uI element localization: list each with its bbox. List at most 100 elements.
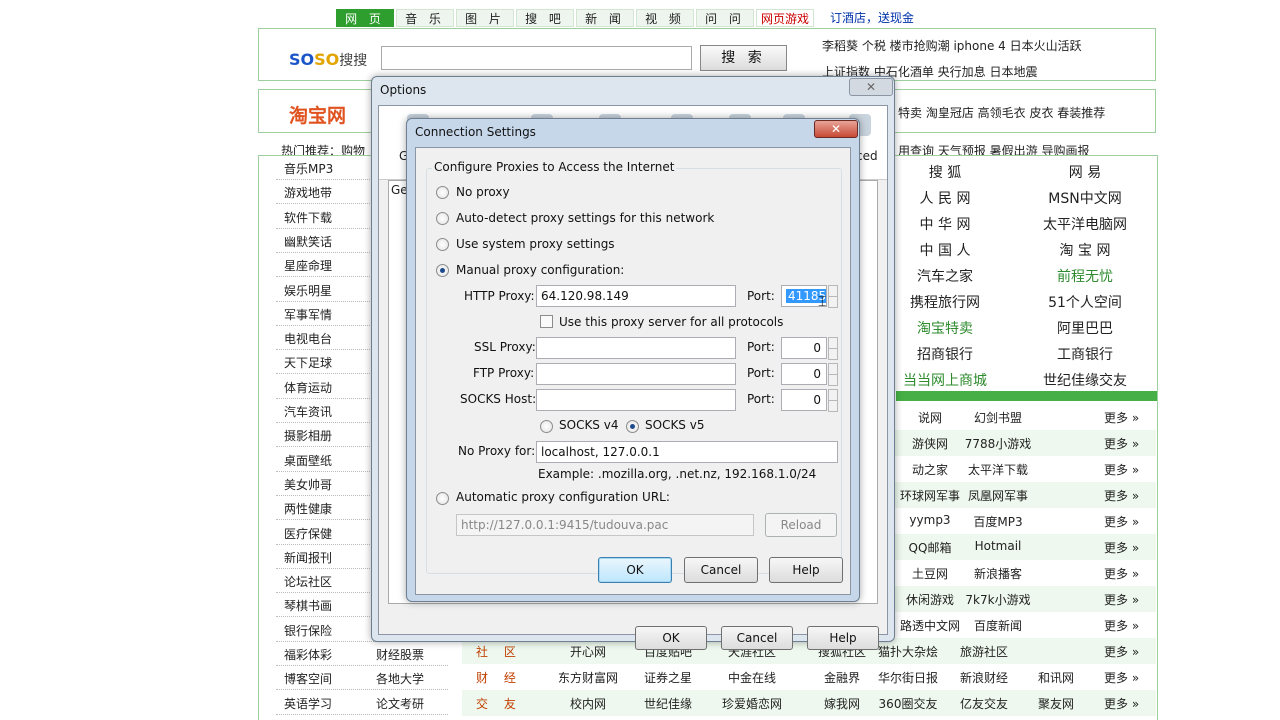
taobao-logo[interactable]: 淘宝网 [289, 101, 346, 128]
socks-port-spinner[interactable] [827, 389, 838, 412]
more-link[interactable]: 更多 » [1104, 669, 1139, 686]
hot-links-row[interactable]: 李稻葵 个税 楼市抢购潮 iphone 4 日本火山活跃 [822, 37, 1082, 54]
row-site-link[interactable]: 360圈交友 [879, 695, 938, 712]
site-link[interactable]: 汽车之家 [917, 266, 973, 286]
category-link[interactable]: 博客空间 [284, 670, 332, 687]
site-link[interactable]: 中 国 人 [920, 240, 971, 260]
dialog-close-button[interactable]: ✕ [814, 120, 858, 138]
manual-proxy-label[interactable]: Manual proxy configuration: [456, 263, 624, 277]
row-site-link[interactable]: yymp3 [909, 513, 950, 527]
nav-tab-images[interactable]: 图 片 [456, 9, 514, 27]
category-link[interactable]: 音乐MP3 [284, 160, 333, 177]
search-input[interactable] [381, 46, 692, 70]
nav-tab-web[interactable]: 网 页 [336, 9, 394, 27]
socks-v5-label[interactable]: SOCKS v5 [645, 418, 704, 432]
site-link[interactable]: 携程旅行网 [910, 292, 980, 312]
hot-links-row[interactable]: 特卖 淘皇冠店 高领毛衣 皮衣 春装推荐 [898, 104, 1105, 121]
row-category-label[interactable]: 社 区 [476, 643, 522, 660]
ftp-port-spinner[interactable] [827, 363, 838, 386]
row-site-link[interactable]: 聚友网 [1038, 695, 1074, 712]
row-site-link[interactable]: 新浪财经 [960, 669, 1008, 686]
site-link[interactable]: 当当网上商城 [903, 370, 987, 390]
site-link[interactable]: 工商银行 [1057, 344, 1113, 364]
row-site-link[interactable]: 华尔街日报 [878, 669, 938, 686]
category-link[interactable]: 摄影相册 [284, 427, 332, 444]
row-site-link[interactable]: 亿友交友 [960, 695, 1008, 712]
ssl-port-input[interactable]: 0 [781, 337, 827, 359]
more-link[interactable]: 更多 » [1104, 565, 1139, 582]
more-link[interactable]: 更多 » [1104, 695, 1139, 712]
row-site-link[interactable]: 中金在线 [728, 669, 776, 686]
row-site-link[interactable]: 动之家 [912, 461, 948, 478]
row-site-link[interactable]: 猫扑大杂烩 [878, 643, 938, 660]
ssl-port-spinner[interactable] [827, 337, 838, 360]
category-link[interactable]: 星座命理 [284, 257, 332, 274]
row-site-link[interactable]: 百度新闻 [974, 617, 1022, 634]
use-for-all-checkbox[interactable] [540, 315, 553, 328]
ftp-port-input[interactable]: 0 [781, 363, 827, 385]
category-link[interactable]: 两性健康 [284, 500, 332, 517]
dialog-ok-button[interactable]: OK [598, 557, 672, 583]
dialog-help-button[interactable]: Help [769, 557, 843, 583]
site-link[interactable]: 51个人空间 [1048, 292, 1122, 312]
row-site-link[interactable]: 土豆网 [912, 565, 948, 582]
row-site-link[interactable]: 开心网 [570, 643, 606, 660]
category-link[interactable]: 桌面壁纸 [284, 452, 332, 469]
row-site-link[interactable]: 旅游社区 [960, 643, 1008, 660]
system-proxy-label[interactable]: Use system proxy settings [456, 237, 615, 251]
category-link[interactable]: 军事军情 [284, 306, 332, 323]
row-site-link[interactable]: 说网 [918, 409, 942, 426]
row-site-link[interactable]: 校内网 [570, 695, 606, 712]
site-link[interactable]: 网 易 [1069, 162, 1101, 182]
more-link[interactable]: 更多 » [1104, 487, 1139, 504]
row-site-link[interactable]: 游侠网 [912, 435, 948, 452]
category-link[interactable]: 天下足球 [284, 354, 332, 371]
category-link[interactable]: 银行保险 [284, 622, 332, 639]
category-link[interactable]: 体育运动 [284, 379, 332, 396]
socks-host-input[interactable] [536, 389, 736, 411]
site-link[interactable]: 招商银行 [917, 344, 973, 364]
nav-tab-souba[interactable]: 搜 吧 [516, 9, 574, 27]
auto-detect-label[interactable]: Auto-detect proxy settings for this netw… [456, 211, 714, 225]
auto-url-radio[interactable] [436, 492, 449, 505]
site-link[interactable]: 世纪佳缘交友 [1043, 370, 1127, 390]
nav-tab-webgames[interactable]: 网页游戏 [756, 9, 814, 27]
more-link[interactable]: 更多 » [1104, 591, 1139, 608]
site-link[interactable]: 淘宝特卖 [917, 318, 973, 338]
category-link[interactable]: 各地大学 [376, 670, 424, 687]
category-link[interactable]: 软件下载 [284, 209, 332, 226]
row-site-link[interactable]: 证券之星 [644, 669, 692, 686]
category-link[interactable]: 美女帅哥 [284, 476, 332, 493]
row-site-link[interactable]: 幻剑书盟 [974, 409, 1022, 426]
auto-url-label[interactable]: Automatic proxy configuration URL: [456, 490, 670, 504]
row-category-label[interactable]: 财 经 [476, 669, 522, 686]
manual-proxy-radio[interactable] [436, 264, 449, 277]
row-site-link[interactable]: 路透中文网 [900, 617, 960, 634]
category-link[interactable]: 新闻报刊 [284, 549, 332, 566]
promo-link[interactable]: 订酒店，送现金 [830, 9, 914, 27]
socks-v5-radio[interactable] [626, 420, 639, 433]
more-link[interactable]: 更多 » [1104, 617, 1139, 634]
nav-tab-wenwen[interactable]: 问 问 [696, 9, 754, 27]
reload-button[interactable]: Reload [765, 513, 837, 537]
more-link[interactable]: 更多 » [1104, 643, 1139, 660]
more-link[interactable]: 更多 » [1104, 539, 1139, 556]
row-site-link[interactable]: 环球网军事 [900, 487, 960, 504]
nav-tab-music[interactable]: 音 乐 [396, 9, 454, 27]
row-site-link[interactable]: 太平洋下载 [968, 461, 1028, 478]
row-site-link[interactable]: 百度MP3 [973, 513, 1022, 530]
row-site-link[interactable]: QQ邮箱 [909, 539, 952, 556]
category-link[interactable]: 论坛社区 [284, 573, 332, 590]
category-link[interactable]: 幽默笑话 [284, 233, 332, 250]
socks-v4-label[interactable]: SOCKS v4 [559, 418, 618, 432]
row-site-link[interactable]: 东方财富网 [558, 669, 618, 686]
ftp-proxy-input[interactable] [536, 363, 736, 385]
ssl-proxy-input[interactable] [536, 337, 736, 359]
row-site-link[interactable]: 和讯网 [1038, 669, 1074, 686]
no-proxy-for-input[interactable]: localhost, 127.0.0.1 [536, 441, 838, 463]
category-link[interactable]: 游戏地带 [284, 184, 332, 201]
options-ok-button[interactable]: OK [635, 626, 707, 650]
category-link[interactable]: 英语学习 [284, 695, 332, 712]
category-link[interactable]: 医疗保健 [284, 525, 332, 542]
row-site-link[interactable]: 7788小游戏 [965, 435, 1032, 452]
